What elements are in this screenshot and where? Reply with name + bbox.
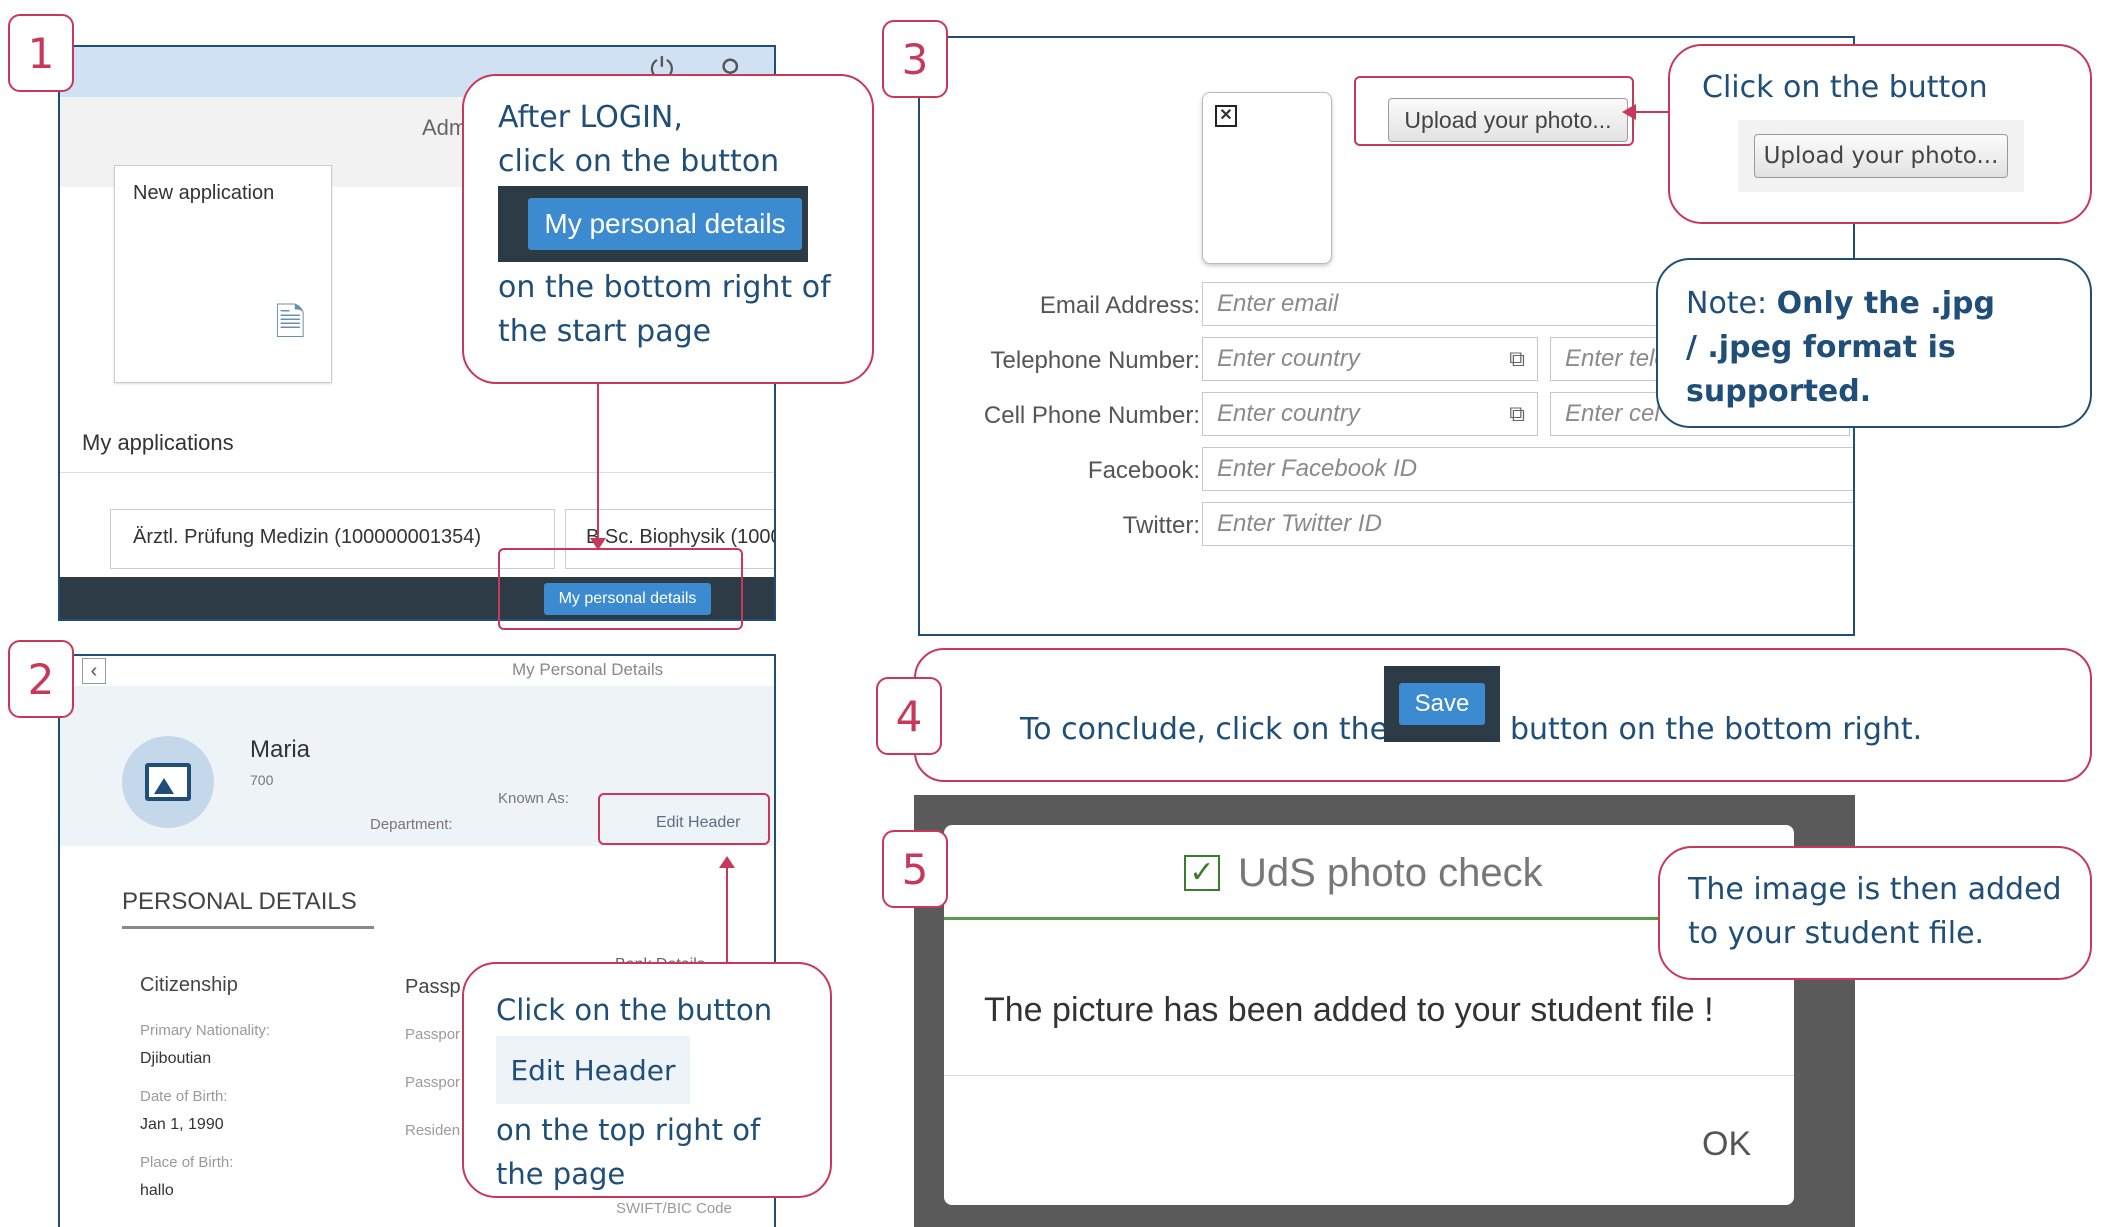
passport-label-1: Passpor	[405, 1026, 461, 1043]
note-jpg-format: Note: Only the .jpg / .jpeg format is su…	[1656, 258, 2092, 428]
note-prefix: Note:	[1686, 286, 1777, 321]
facebook-label: Facebook:	[1087, 457, 1200, 484]
checkbox-checked-icon: ✓	[1184, 855, 1220, 891]
dialog-message: The picture has been added to your stude…	[984, 991, 1714, 1029]
section-title: PERSONAL DETAILS	[122, 888, 357, 915]
callout-text: After LOGIN,	[498, 100, 683, 135]
arrow-up-icon	[719, 856, 735, 868]
profile-id: 700	[250, 772, 274, 788]
highlight-personal-details	[498, 548, 743, 630]
callout-text: the start page	[498, 314, 712, 349]
callout-button-sample-frame: My personal details	[498, 186, 808, 262]
callout-step-2: Click on the button Edit Header on the t…	[462, 962, 832, 1198]
arrow-left-icon	[1622, 104, 1636, 120]
profile-name: Maria	[250, 736, 311, 763]
footer-divider	[944, 1075, 1794, 1076]
step-number-5: 5	[882, 830, 948, 908]
callout-text: Click on the button	[1702, 70, 1988, 105]
ok-button[interactable]: OK	[1702, 1125, 1751, 1164]
cell-phone-label: Cell Phone Number:	[983, 402, 1200, 429]
passport-title: Passp	[405, 976, 461, 998]
photo-placeholder: ✕	[1202, 92, 1332, 264]
page-title: My Personal Details	[512, 660, 664, 679]
avatar[interactable]	[122, 736, 214, 828]
callout-text: on the top right of	[496, 1113, 761, 1147]
upload-sample-button: Upload your photo...	[1754, 134, 2008, 178]
image-icon	[145, 763, 191, 801]
place-of-birth-value: hallo	[140, 1182, 174, 1199]
upload-sample-frame: Upload your photo...	[1738, 120, 2024, 192]
connector-line-3	[1636, 111, 1672, 113]
telephone-country-input[interactable]: Enter country ⧉	[1202, 337, 1538, 381]
form-add-icon: 🗎	[275, 302, 306, 344]
broken-image-icon: ✕	[1215, 105, 1237, 127]
swift-code-label: SWIFT/BIC Code	[616, 1200, 732, 1217]
callout-text: to your student file.	[1688, 916, 1985, 951]
citizenship-title: Citizenship	[140, 974, 238, 996]
callout-text: click on the button	[498, 144, 780, 179]
callout-text: on the bottom right of	[498, 270, 831, 305]
cell-country-input[interactable]: Enter country ⧉	[1202, 392, 1538, 436]
date-of-birth-label: Date of Birth:	[140, 1088, 228, 1105]
placeholder: Enter country	[1217, 400, 1360, 427]
connector-line-2	[726, 866, 728, 966]
known-as-label: Known As:	[498, 790, 569, 807]
passport-label-2: Passpor	[405, 1074, 461, 1091]
resident-label: Residen	[405, 1122, 461, 1139]
step-number-2: 2	[8, 640, 74, 718]
email-label: Email Address:	[1039, 292, 1200, 319]
telephone-label: Telephone Number:	[990, 347, 1200, 374]
callout-step-4: To conclude, click on the Save button on…	[914, 648, 2092, 782]
highlight-edit-header	[598, 793, 770, 845]
connector-line-1	[597, 380, 599, 542]
callout-step-1: After LOGIN, click on the button My pers…	[462, 74, 874, 384]
highlight-upload-button	[1354, 76, 1634, 146]
edit-header-sample-button: Edit Header	[496, 1036, 690, 1104]
step-number-3: 3	[882, 20, 948, 98]
placeholder: Enter country	[1217, 345, 1360, 372]
application-card-label: B.Sc. Biophysik (1000	[586, 526, 776, 548]
tile-label: New application	[133, 182, 275, 204]
dialog-title: UdS photo check	[1238, 851, 1543, 895]
note-bold: / .jpeg format is	[1686, 330, 1956, 365]
value-help-icon[interactable]: ⧉	[1509, 401, 1525, 427]
note-line-1: Note: Only the .jpg	[1686, 282, 2090, 326]
step-number-1: 1	[8, 14, 74, 92]
save-button: Save	[1399, 683, 1485, 725]
callout-text: Click on the button	[496, 993, 773, 1027]
callout-step-3: Click on the button Upload your photo...	[1668, 44, 2092, 224]
application-card-1[interactable]: Ärztl. Prüfung Medizin (100000001354)	[110, 509, 555, 569]
step-number-4: 4	[876, 677, 942, 755]
divider	[60, 472, 774, 473]
save-button-sample-frame: Save	[1384, 666, 1500, 742]
place-of-birth-label: Place of Birth:	[140, 1154, 234, 1171]
my-personal-details-sample-button: My personal details	[528, 198, 802, 250]
header-label: Adm	[422, 115, 468, 140]
primary-nationality-label: Primary Nationality:	[140, 1022, 271, 1039]
facebook-input[interactable]: Enter Facebook ID	[1202, 447, 1853, 491]
step4-text-before: To conclude, click on the	[1020, 712, 1389, 747]
department-label: Department:	[370, 816, 453, 833]
twitter-label: Twitter:	[1122, 512, 1200, 539]
note-bold: supported.	[1686, 374, 1872, 409]
section-underline	[122, 926, 374, 929]
my-applications-title: My applications	[82, 430, 234, 455]
twitter-input[interactable]: Enter Twitter ID	[1202, 502, 1853, 546]
date-of-birth-value: Jan 1, 1990	[140, 1116, 224, 1133]
step4-text-after: button on the bottom right.	[1510, 712, 1923, 747]
new-application-tile[interactable]: New application 🗎	[114, 165, 332, 383]
arrow-down-icon	[590, 538, 606, 550]
back-button[interactable]: ‹	[82, 658, 106, 684]
value-help-icon[interactable]: ⧉	[1509, 346, 1525, 372]
callout-text: The image is then added	[1688, 872, 2062, 907]
application-card-label: Ärztl. Prüfung Medizin (100000001354)	[133, 526, 481, 548]
primary-nationality-value: Djiboutian	[140, 1050, 212, 1067]
callout-step-5: The image is then added to your student …	[1658, 846, 2092, 980]
note-bold: Only the .jpg	[1776, 286, 1995, 321]
callout-text: the page	[496, 1157, 626, 1191]
